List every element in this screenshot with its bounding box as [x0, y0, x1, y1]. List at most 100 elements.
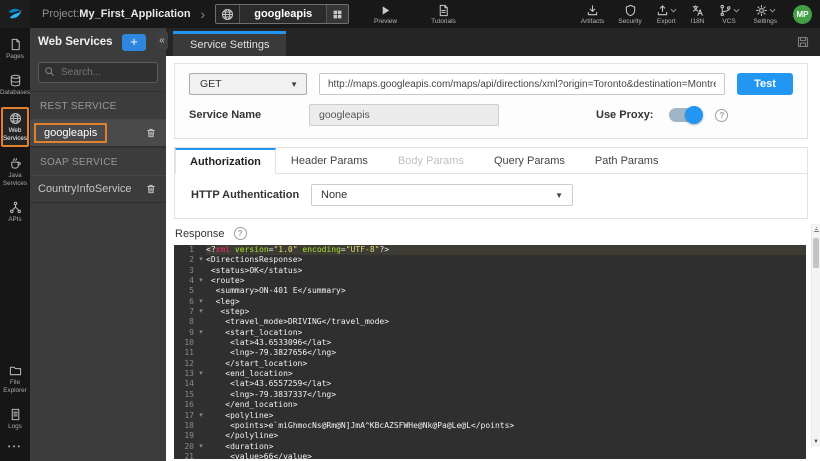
add-service-button[interactable]: +	[122, 33, 146, 51]
fold-toggle-icon[interactable]: ▾	[196, 276, 206, 286]
rail-item-file-explorer[interactable]: File Explorer	[1, 361, 29, 398]
rail-item-apis[interactable]: APIs	[1, 198, 29, 227]
use-proxy-toggle[interactable]	[669, 106, 704, 124]
section-heading: REST SERVICE	[30, 91, 166, 119]
toggle-knob	[685, 106, 704, 124]
service-search	[38, 62, 158, 83]
editor-line: 17 ▾ <polyline>	[174, 411, 806, 421]
chevron-down-icon	[733, 8, 740, 13]
collapse-panel-button[interactable]: «	[156, 31, 168, 50]
save-icon[interactable]	[796, 35, 810, 49]
line-number: 8	[189, 317, 194, 327]
rail-item-logs[interactable]: Logs	[1, 405, 29, 434]
fold-gap	[196, 431, 206, 441]
use-proxy-label: Use Proxy:	[596, 109, 654, 121]
editor-line: 3 <status>OK</status>	[174, 266, 806, 276]
scrollbar-thumb[interactable]	[813, 238, 819, 268]
tutorials-button[interactable]: Tutorials	[431, 4, 456, 25]
service-selector[interactable]: googleapis	[215, 4, 350, 24]
fold-toggle-icon[interactable]: ▾	[196, 255, 206, 265]
http-authentication-select[interactable]: None ▼	[311, 184, 573, 206]
code-text: <route>	[206, 276, 245, 286]
grid-icon[interactable]	[326, 5, 349, 23]
main-area: Service Settings GET ▼ Test Service Name…	[166, 28, 820, 461]
topbar-security-button[interactable]: Security	[618, 4, 642, 25]
preview-button[interactable]: Preview	[374, 4, 397, 25]
search-icon	[44, 66, 55, 77]
fold-toggle-icon[interactable]: ▾	[196, 297, 206, 307]
line-number: 9	[189, 327, 194, 337]
topbar-export-button[interactable]: Export	[656, 4, 677, 25]
fold-toggle-icon[interactable]: ▾	[196, 411, 206, 421]
gear-icon	[755, 4, 768, 17]
response-header: Response ?	[174, 227, 806, 240]
trash-icon[interactable]	[145, 127, 157, 139]
service-settings-content: GET ▼ Test Service Name Use Proxy: ? Aut…	[166, 63, 820, 459]
editor-line: 18 <points>e`miGhmocNs@Rm@N]JmA^KBcAZSFW…	[174, 421, 806, 431]
main-scrollbar[interactable]: ▼	[811, 224, 820, 447]
branch-icon	[719, 4, 732, 17]
code-text: <lng>-79.3827656</lng>	[206, 348, 337, 358]
code-text: </polyline>	[206, 431, 279, 441]
tutorials-label: Tutorials	[431, 17, 456, 25]
editor-line: 10 <lat>43.6533096</lat>	[174, 338, 806, 348]
service-name-input[interactable]	[309, 104, 499, 126]
line-number: 7	[189, 307, 194, 317]
response-code-editor[interactable]: 1 <?xml version="1.0" encoding="UTF-8"?> 2…	[174, 245, 806, 459]
response-label: Response	[175, 227, 225, 240]
topbar-i18n-button[interactable]: I18N	[691, 4, 705, 25]
topbar-vcs-button[interactable]: VCS	[719, 4, 740, 25]
rail-item-databases[interactable]: Databases	[0, 71, 31, 100]
response-help-icon[interactable]: ?	[233, 227, 247, 240]
service-selector-label: googleapis	[254, 8, 313, 20]
topbar-artifacts-button[interactable]: Artifacts	[581, 4, 604, 25]
proxy-help-icon[interactable]: ?	[715, 108, 729, 122]
code-text: <end_location>	[206, 369, 293, 379]
line-number: 21	[184, 451, 194, 459]
scroll-down-icon[interactable]: ▼	[813, 439, 819, 445]
breadcrumb: Project:My_First_Application	[42, 8, 191, 20]
search-input[interactable]	[38, 62, 158, 83]
service-list-item-googleapis[interactable]: googleapis	[30, 119, 166, 147]
topbar-center: Preview Tutorials	[374, 0, 456, 28]
fold-gap	[196, 400, 206, 410]
tab-service-settings[interactable]: Service Settings	[173, 31, 287, 56]
line-number: 10	[184, 338, 194, 348]
services-panel: Web Services + REST SERVICE googleapis SOA…	[30, 28, 166, 461]
code-text: <start_location>	[206, 327, 303, 337]
editor-line: 20 ▾ <duration>	[174, 442, 806, 452]
params-tab-header-params[interactable]: Header Params	[276, 148, 383, 174]
topbar-actions: Artifacts Security Export I18N VCS Settings	[581, 4, 777, 25]
test-button[interactable]: Test	[737, 73, 793, 95]
avatar[interactable]: MP	[793, 4, 812, 24]
more-options-button[interactable]: •••	[8, 442, 22, 451]
globe-icon	[9, 112, 22, 125]
fold-toggle-icon[interactable]: ▾	[196, 442, 206, 452]
params-tab-path-params[interactable]: Path Params	[580, 148, 674, 174]
fold-gap	[196, 317, 206, 327]
code-text: </end_location>	[206, 400, 298, 410]
app-logo-icon[interactable]	[0, 0, 30, 28]
trash-icon[interactable]	[145, 183, 157, 195]
fold-toggle-icon[interactable]: ▾	[196, 369, 206, 379]
request-url-input[interactable]	[319, 73, 725, 95]
rail-item-java-services[interactable]: Java Services	[1, 154, 29, 191]
params-tab-authorization[interactable]: Authorization	[175, 148, 276, 174]
rail-item-label: Databases	[0, 88, 31, 96]
rail-item-web-services[interactable]: Web Services	[1, 106, 29, 148]
app-window: Project:My_First_Application › googleapi…	[0, 0, 820, 461]
topbar-settings-button[interactable]: Settings	[754, 4, 777, 25]
params-tab-query-params[interactable]: Query Params	[479, 148, 580, 174]
fold-toggle-icon[interactable]: ▾	[196, 328, 206, 338]
translate-icon	[691, 4, 704, 17]
http-method-value: GET	[200, 78, 222, 90]
editor-line: 5 <summary>ON-401 E</summary>	[174, 286, 806, 296]
http-method-select[interactable]: GET ▼	[189, 73, 307, 95]
editor-tabbar: Service Settings	[166, 28, 820, 56]
project-name[interactable]: My_First_Application	[79, 8, 190, 20]
fold-gap	[196, 379, 206, 389]
line-number: 1	[189, 245, 194, 254]
service-list-item-countryinfoservice[interactable]: CountryInfoService	[30, 175, 166, 203]
fold-toggle-icon[interactable]: ▾	[196, 307, 206, 317]
rail-item-pages[interactable]: Pages	[1, 35, 29, 64]
